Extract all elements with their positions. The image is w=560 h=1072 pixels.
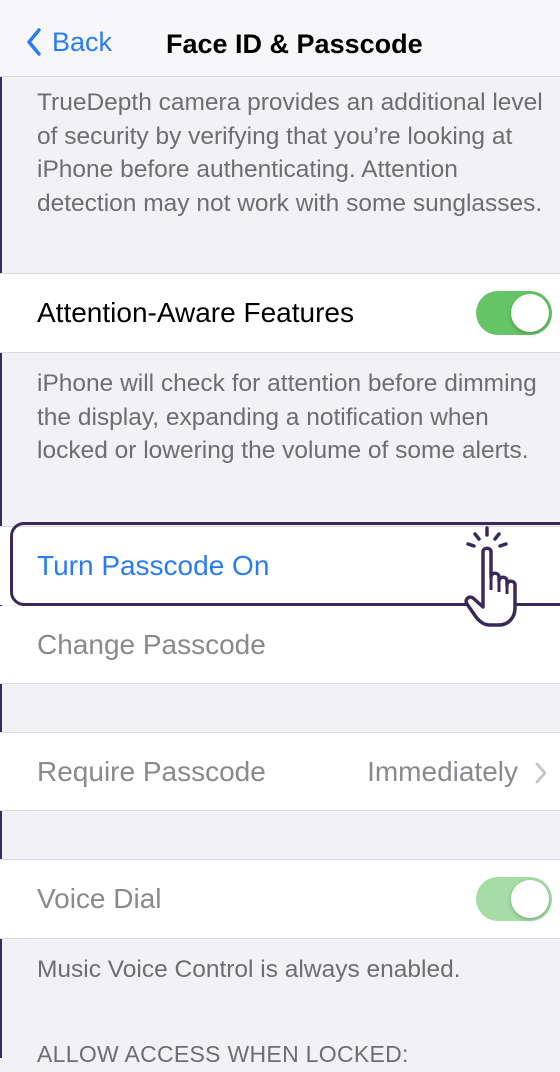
attention-aware-label: Attention-Aware Features xyxy=(37,297,354,328)
toggle-knob xyxy=(511,880,549,918)
attention-footer: iPhone will check for attention before d… xyxy=(37,370,537,464)
require-passcode-row[interactable]: Require Passcode Immediately xyxy=(0,733,560,810)
change-passcode-label: Change Passcode xyxy=(37,629,266,660)
back-button[interactable]: Back xyxy=(26,22,112,62)
back-label: Back xyxy=(52,26,113,57)
intro-description: TrueDepth camera provides an additional … xyxy=(37,89,543,217)
voice-dial-toggle[interactable] xyxy=(476,877,552,921)
section-divider xyxy=(0,683,560,684)
attention-aware-toggle[interactable] xyxy=(476,291,552,335)
voice-dial-row[interactable]: Voice Dial xyxy=(0,860,560,938)
page-title: Face ID & Passcode xyxy=(166,29,423,59)
voice-dial-label: Voice Dial xyxy=(37,883,162,914)
voice-dial-footer: Music Voice Control is always enabled. xyxy=(37,956,461,983)
require-passcode-label: Require Passcode xyxy=(37,756,266,787)
chevron-right-icon xyxy=(535,762,547,784)
toggle-knob xyxy=(511,294,549,332)
navigation-bar: Back Face ID & Passcode xyxy=(0,0,560,77)
attention-aware-row[interactable]: Attention-Aware Features xyxy=(0,274,560,352)
require-passcode-value: Immediately xyxy=(367,756,518,787)
chevron-left-icon xyxy=(27,28,41,56)
allow-access-header: ALLOW ACCESS WHEN LOCKED: xyxy=(37,1041,409,1067)
section-divider xyxy=(0,810,560,811)
section-divider xyxy=(0,352,560,353)
section-divider xyxy=(0,938,560,939)
hand-pointer-icon xyxy=(456,522,526,639)
turn-passcode-on-label: Turn Passcode On xyxy=(37,550,270,581)
